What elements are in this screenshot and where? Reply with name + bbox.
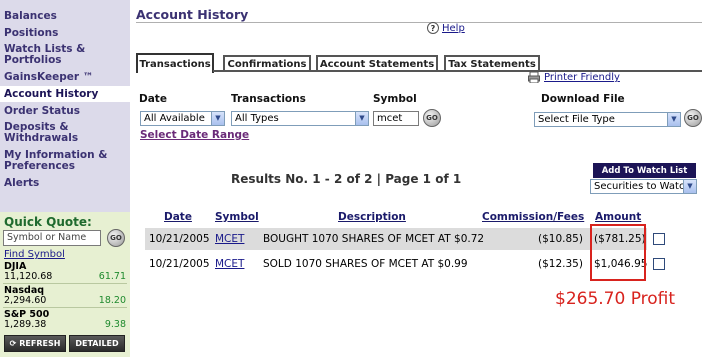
symbol-label: Symbol: [373, 93, 417, 105]
chevron-down-icon: ▼: [355, 112, 368, 125]
index-change-nasdaq: 18.20: [98, 295, 126, 306]
sidebar-item-balances[interactable]: Balances: [0, 11, 130, 22]
table-row: 10/21/2005 MCET BOUGHT 1070 SHARES OF MC…: [145, 228, 647, 250]
sidebar-item-watch-lists[interactable]: Watch Lists & Portfolios: [0, 44, 130, 66]
help-link[interactable]: ? Help: [427, 22, 465, 34]
column-header-symbol[interactable]: Symbol: [215, 211, 259, 223]
index-value-djia: 11,120.68: [4, 271, 53, 282]
sidebar-item-deposits[interactable]: Deposits & Withdrawals: [0, 122, 130, 144]
chevron-down-icon: ▼: [211, 112, 224, 125]
find-symbol-link[interactable]: Find Symbol: [4, 249, 65, 260]
chevron-down-icon: ▼: [683, 180, 696, 193]
sidebar-item-alerts[interactable]: Alerts: [0, 178, 130, 189]
column-header-amount[interactable]: Amount: [595, 211, 641, 223]
symbol-input[interactable]: mcet: [373, 111, 419, 126]
download-file-label: Download File: [541, 93, 625, 105]
sidebar-item-account-history[interactable]: Account History: [0, 86, 130, 102]
sidebar-item-positions[interactable]: Positions: [0, 28, 130, 39]
printer-icon: [528, 72, 540, 83]
sidebar-item-gainskeeper[interactable]: GainsKeeper ™: [0, 72, 130, 83]
transaction-type-value: All Types: [235, 113, 279, 124]
printer-friendly-text: Printer Friendly: [544, 72, 620, 83]
divider: [3, 283, 127, 284]
printer-friendly-link[interactable]: Printer Friendly: [528, 72, 620, 83]
row-select-checkbox[interactable]: [653, 233, 665, 245]
sidebar-item-order-status[interactable]: Order Status: [0, 106, 130, 117]
quote-symbol-input[interactable]: Symbol or Name: [3, 230, 101, 246]
quick-quote-title: Quick Quote:: [4, 215, 92, 229]
refresh-label: REFRESH: [19, 339, 61, 348]
row-commission-fees: ($10.85): [538, 233, 583, 245]
download-go-button[interactable]: GO: [684, 109, 702, 127]
row-symbol-link[interactable]: MCET: [215, 228, 244, 250]
row-date: 10/21/2005: [149, 258, 210, 270]
divider: [3, 307, 127, 308]
divider: [136, 22, 702, 23]
download-file-value: Select File Type: [538, 114, 615, 125]
row-description: BOUGHT 1070 SHARES OF MCET AT $0.72: [263, 233, 485, 245]
detailed-label: DETAILED: [75, 339, 119, 348]
help-text: Help: [442, 22, 465, 34]
date-label: Date: [139, 93, 167, 105]
add-to-watch-list-button[interactable]: Add To Watch List: [593, 163, 696, 178]
column-header-commission-fees[interactable]: Commission/Fees: [482, 211, 584, 223]
watch-list-select-value: Securities to Watc: [594, 181, 685, 192]
select-date-range-link[interactable]: Select Date Range: [140, 129, 249, 141]
chevron-down-icon: ▼: [667, 113, 680, 126]
transactions-label: Transactions: [231, 93, 306, 105]
amount-highlight-annotation: [590, 224, 646, 281]
refresh-icon: ⟳: [9, 339, 17, 348]
help-icon: ?: [427, 22, 439, 34]
date-select-value: All Available: [144, 113, 205, 124]
results-summary: Results No. 1 - 2 of 2 | Page 1 of 1: [231, 172, 462, 186]
index-change-djia: 61.71: [98, 271, 126, 282]
symbol-go-button[interactable]: GO: [423, 109, 441, 127]
refresh-button[interactable]: ⟳ REFRESH: [4, 335, 66, 352]
row-symbol-link[interactable]: MCET: [215, 253, 244, 275]
tab-transactions[interactable]: Transactions: [136, 53, 214, 73]
index-value-nasdaq: 2,294.60: [4, 295, 47, 306]
index-value-sp500: 1,289.38: [4, 319, 47, 330]
detailed-button[interactable]: DETAILED: [69, 335, 125, 352]
quote-go-button[interactable]: GO: [107, 229, 125, 247]
index-change-sp500: 9.38: [104, 319, 126, 330]
download-file-select[interactable]: Select File Type ▼: [534, 112, 681, 127]
column-header-description[interactable]: Description: [338, 211, 406, 223]
sidebar-nav: Balances Positions Watch Lists & Portfoli…: [0, 0, 130, 357]
row-commission-fees: ($12.35): [538, 258, 583, 270]
row-description: SOLD 1070 SHARES OF MCET AT $0.99: [263, 258, 468, 270]
divider: [213, 70, 702, 72]
sidebar-item-my-information[interactable]: My Information & Preferences: [0, 150, 130, 172]
column-header-date[interactable]: Date: [164, 211, 192, 223]
date-select[interactable]: All Available ▼: [140, 111, 225, 126]
profit-annotation: $265.70 Profit: [555, 289, 676, 309]
row-select-checkbox[interactable]: [653, 258, 665, 270]
row-date: 10/21/2005: [149, 233, 210, 245]
page-title: Account History: [136, 7, 249, 22]
watch-list-select[interactable]: Securities to Watc ▼: [590, 179, 697, 194]
transaction-type-select[interactable]: All Types ▼: [231, 111, 369, 126]
